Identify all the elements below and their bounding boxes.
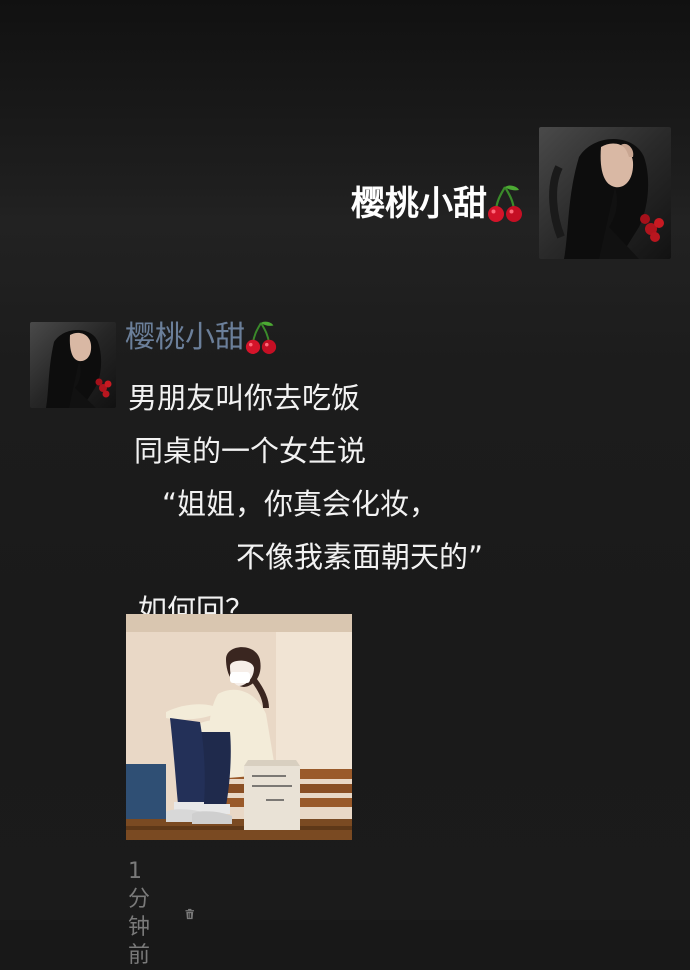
profile-avatar[interactable] xyxy=(539,127,671,259)
avatar-image xyxy=(30,322,116,408)
avatar-image xyxy=(539,127,671,259)
post-line: 同桌的一个女生说 xyxy=(134,434,367,468)
profile-name: 樱桃小甜 xyxy=(351,184,487,224)
author-avatar[interactable] xyxy=(30,322,116,408)
cherry-emoji-icon xyxy=(245,321,277,354)
author-name-group[interactable]: 樱桃小甜 xyxy=(125,320,277,356)
profile-header: 樱桃小甜 xyxy=(351,127,671,259)
post-meta: 1分钟前 xyxy=(128,858,194,970)
trash-icon[interactable] xyxy=(184,901,194,927)
post-photo[interactable] xyxy=(126,614,352,840)
illustration-girl-sitting xyxy=(126,614,352,840)
author-name: 樱桃小甜 xyxy=(125,320,245,355)
post-line: 不像我素面朝天的” xyxy=(236,540,484,574)
post-body: 男朋友叫你去吃饭 同桌的一个女生说 “姐姐，你真会化妆， 不像我素面朝天的” 如… xyxy=(128,372,483,637)
profile-name-group[interactable]: 樱桃小甜 xyxy=(351,182,523,226)
cherry-emoji-icon xyxy=(488,185,522,222)
post-timestamp: 1分钟前 xyxy=(128,859,151,968)
post-line: 男朋友叫你去吃饭 xyxy=(128,381,361,415)
post-line: “姐姐，你真会化妆， xyxy=(162,487,439,521)
